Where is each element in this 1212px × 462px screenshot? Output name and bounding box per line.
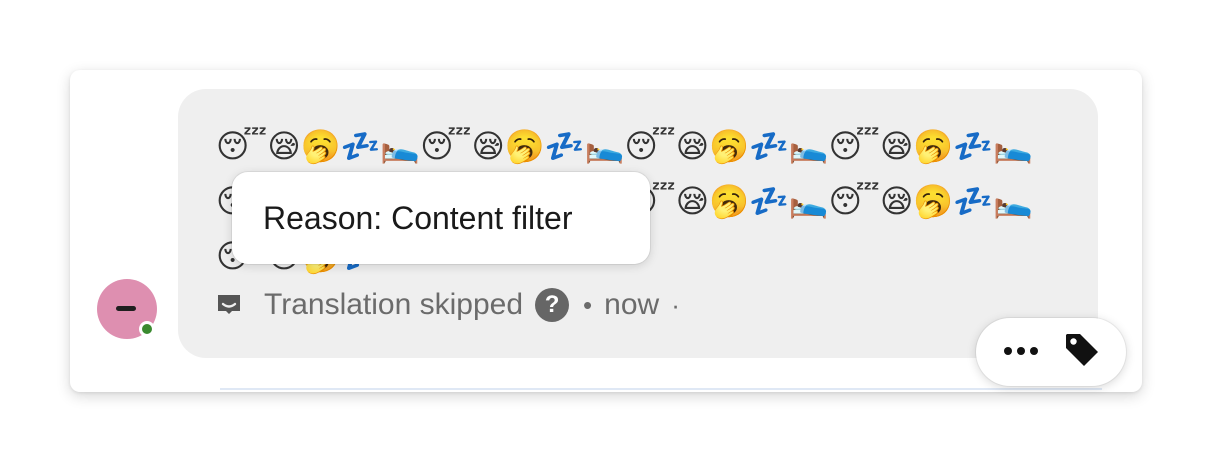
reason-tooltip: Reason: Content filter: [232, 172, 650, 264]
meta-trailing-dot: ·: [671, 289, 680, 320]
translation-status: Translation skipped: [264, 288, 524, 321]
more-button[interactable]: [997, 328, 1045, 376]
message-meta: Translation skipped ? • now ·: [216, 285, 680, 325]
tag-button[interactable]: [1058, 328, 1106, 376]
meta-separator: •: [583, 289, 593, 320]
avatar-initial-placeholder: [116, 306, 136, 311]
tooltip-text: Reason: Content filter: [263, 199, 573, 236]
tag-icon: [1063, 331, 1101, 374]
question-circle-icon[interactable]: ?: [535, 288, 570, 322]
message-actions: [976, 318, 1126, 386]
translate-icon: [216, 292, 242, 318]
next-message-edge: [220, 388, 1102, 392]
online-status-dot: [139, 321, 155, 337]
more-horizontal-icon: [1003, 343, 1039, 361]
timestamp: now: [604, 288, 660, 321]
